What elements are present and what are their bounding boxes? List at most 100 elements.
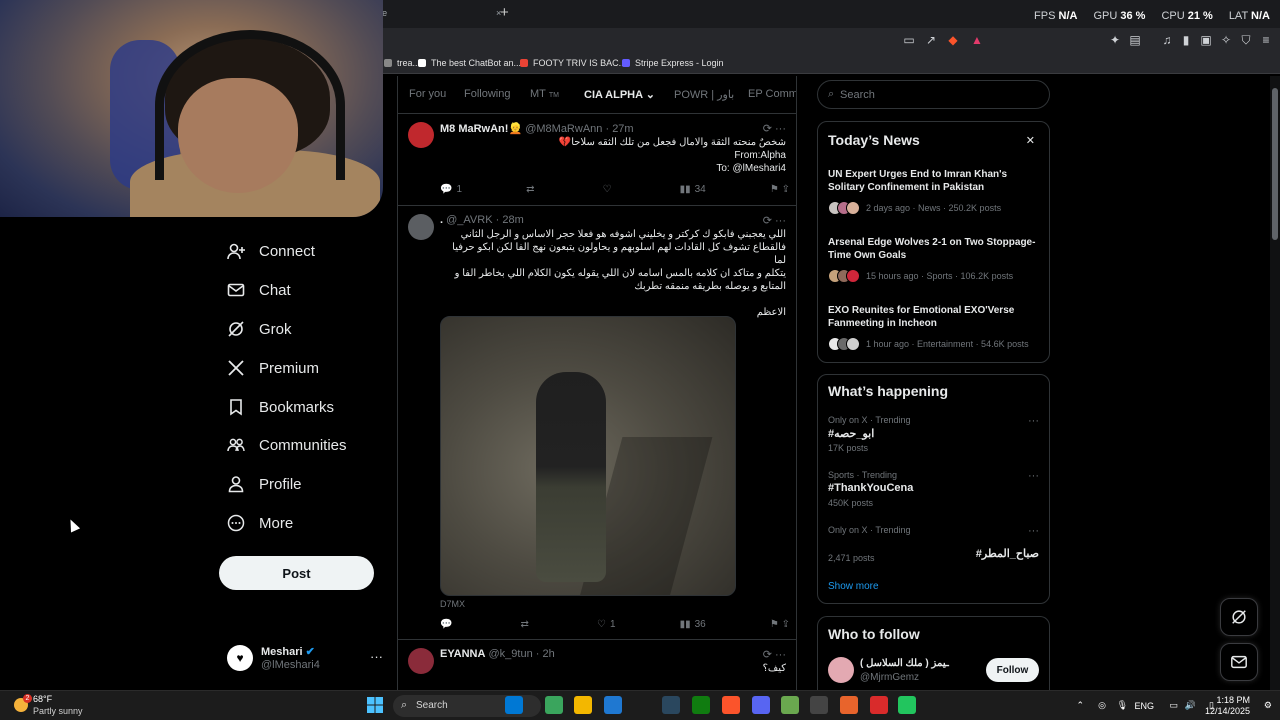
xbox-icon[interactable] [692,696,710,714]
reply-button[interactable]: 💬 [440,619,456,630]
search-input[interactable]: ⌕ Search [817,80,1050,109]
news-avatars [828,201,862,215]
screen-cast-icon[interactable]: ▭ [902,33,916,47]
brave-rewards-icon[interactable]: ▲ [970,33,984,47]
edge-icon[interactable] [545,696,563,714]
discord-icon[interactable] [752,696,770,714]
news-headline[interactable]: UN Expert Urges End to Imran Khan's Soli… [828,168,1040,194]
tweet[interactable]: EYANNA @k_9tun · 2h ⟳ ··· كيف؟ [398,640,796,690]
timeline-tab[interactable]: EP Commu [748,88,796,100]
chevron-up-icon[interactable]: ⌃ [1076,700,1084,711]
account-switcher[interactable]: ♥ Meshari ✔ @lMeshari4 ··· [227,645,387,673]
share-icon[interactable]: ↗ [924,33,938,47]
like-button[interactable]: ♡ 1 [597,619,616,630]
nav-item-communities[interactable]: Communities [227,436,347,454]
grok-icon[interactable]: ⟳ ··· [763,214,786,227]
news-headline[interactable]: EXO Reunites for Emotional EXO'Verse Fan… [828,304,1040,330]
store-icon[interactable] [604,696,622,714]
reader-mode-icon[interactable]: ▤ [1128,33,1142,47]
bookmark-item[interactable]: FOOTY TRIV IS BAC... [520,58,626,68]
tweet-avatar[interactable] [408,122,434,148]
language-indicator[interactable]: ENG [1134,701,1154,711]
messages-float-button[interactable] [1220,643,1258,681]
nav-item-premium[interactable]: Premium [227,359,319,377]
trend-name[interactable]: #صباح_المطر [976,547,1039,560]
microphone-icon[interactable]: 🎙 [1117,700,1128,711]
new-tab-icon[interactable]: + [500,4,509,21]
timeline-tab[interactable]: POWR | باور [674,88,734,101]
sidebar-icon[interactable]: ▮ [1179,33,1193,47]
nav-item-grok[interactable]: Grok [227,320,292,338]
show-more-link[interactable]: Show more [828,581,879,592]
bookmark-share-buttons[interactable]: ⚑ ⇪ [770,619,790,630]
app-icon[interactable] [810,696,828,714]
app-icon[interactable] [870,696,888,714]
more-options-icon[interactable]: ··· [1028,470,1039,482]
brave-shield-icon[interactable]: ◆ [946,33,960,47]
news-avatars [828,337,862,351]
timeline-tab[interactable]: For you [409,88,446,100]
nvidia-icon[interactable] [781,696,799,714]
tweet[interactable]: . @_AVRK · 28m ⟳ ··· اللي يعجبني فابكو ك… [398,206,796,640]
wallet-icon[interactable]: ▣ [1199,33,1213,47]
leo-ai-icon[interactable]: ✧ [1219,33,1233,47]
reply-button[interactable]: 💬 1 [440,184,462,195]
post-button[interactable]: Post [219,556,374,590]
gpu-readout: GPU 36 % [1093,10,1146,22]
notifications-icon[interactable]: ⚙ [1264,700,1272,711]
avatar[interactable] [828,657,854,683]
like-button[interactable]: ♡ [603,184,616,195]
nav-item-chat[interactable]: Chat [227,281,291,299]
start-button[interactable] [367,697,383,713]
bookmark-item[interactable]: Stripe Express - Login [622,58,724,68]
gamebar-icon[interactable]: ◎ [1098,700,1106,711]
media-icon[interactable]: ♫ [1160,33,1174,47]
panel-title: Who to follow [828,626,920,642]
repost-button[interactable]: ⇄ [521,619,533,630]
tweet-media[interactable] [440,316,736,596]
webcam-overlay [0,0,383,217]
clock[interactable]: 1:18 PM 12/14/2025 [1205,695,1250,717]
more-options-icon[interactable]: ··· [1028,525,1039,537]
nav-item-profile[interactable]: Profile [227,475,302,493]
volume-icon[interactable]: 🔊 [1185,700,1196,711]
grok-icon[interactable]: ⟳ ··· [763,648,786,661]
bookmark-item[interactable]: trea... [384,58,420,68]
menu-icon[interactable]: ≡ [1259,33,1273,47]
nav-item-connect[interactable]: Connect [227,242,315,260]
news-headline[interactable]: Arsenal Edge Wolves 2-1 on Two Stoppage-… [828,236,1040,262]
grok-icon[interactable]: ⟳ ··· [763,122,786,135]
game-launcher-icon[interactable] [898,696,916,714]
follow-button[interactable]: Follow [986,658,1039,682]
tweet[interactable]: M8 MaRwAn!👱 @M8MaRwAnn · 27m ⟳ ··· شخصٌ … [398,114,796,206]
search-icon: ⌕ [401,699,408,711]
copilot-icon[interactable] [505,696,523,714]
page-scrollbar[interactable] [1270,76,1280,690]
network-icon[interactable]: ▭ [1169,700,1178,711]
steam-icon[interactable] [662,696,680,714]
timeline-tab[interactable]: MT TM [530,88,559,100]
bookmark-share-buttons[interactable]: ⚑ ⇪ [770,184,790,195]
file-explorer-icon[interactable] [574,696,592,714]
bookmark-item[interactable]: The best ChatBot an... [418,58,521,68]
more-options-icon[interactable]: ··· [370,649,383,664]
grok-float-button[interactable] [1220,598,1258,636]
extensions-icon[interactable]: ✦ [1108,33,1122,47]
timeline-tab[interactable]: Following [464,88,510,100]
repost-button[interactable]: ⇄ [526,184,538,195]
tweet-avatar[interactable] [408,214,434,240]
nav-item-bookmarks[interactable]: Bookmarks [227,398,334,416]
nav-item-more[interactable]: More [227,514,293,532]
timeline-tab[interactable]: CIA ALPHA ⌄ [584,88,655,101]
vpn-icon[interactable]: ⛉ [1239,33,1253,47]
close-icon[interactable]: ✕ [1026,134,1035,147]
views-count[interactable]: ▮▮ 36 [680,619,706,630]
views-count[interactable]: ▮▮ 34 [680,184,706,195]
follow-suggestion-name[interactable]: ـيمز ( ملك السلاسل ) [860,658,949,669]
media-app-icon[interactable] [840,696,858,714]
tweet-avatar[interactable] [408,648,434,674]
trend-name[interactable]: #ابو_حصه [828,427,874,440]
trend-name[interactable]: #ThankYouCena [828,482,913,494]
more-options-icon[interactable]: ··· [1028,415,1039,427]
brave-icon[interactable] [722,696,740,714]
